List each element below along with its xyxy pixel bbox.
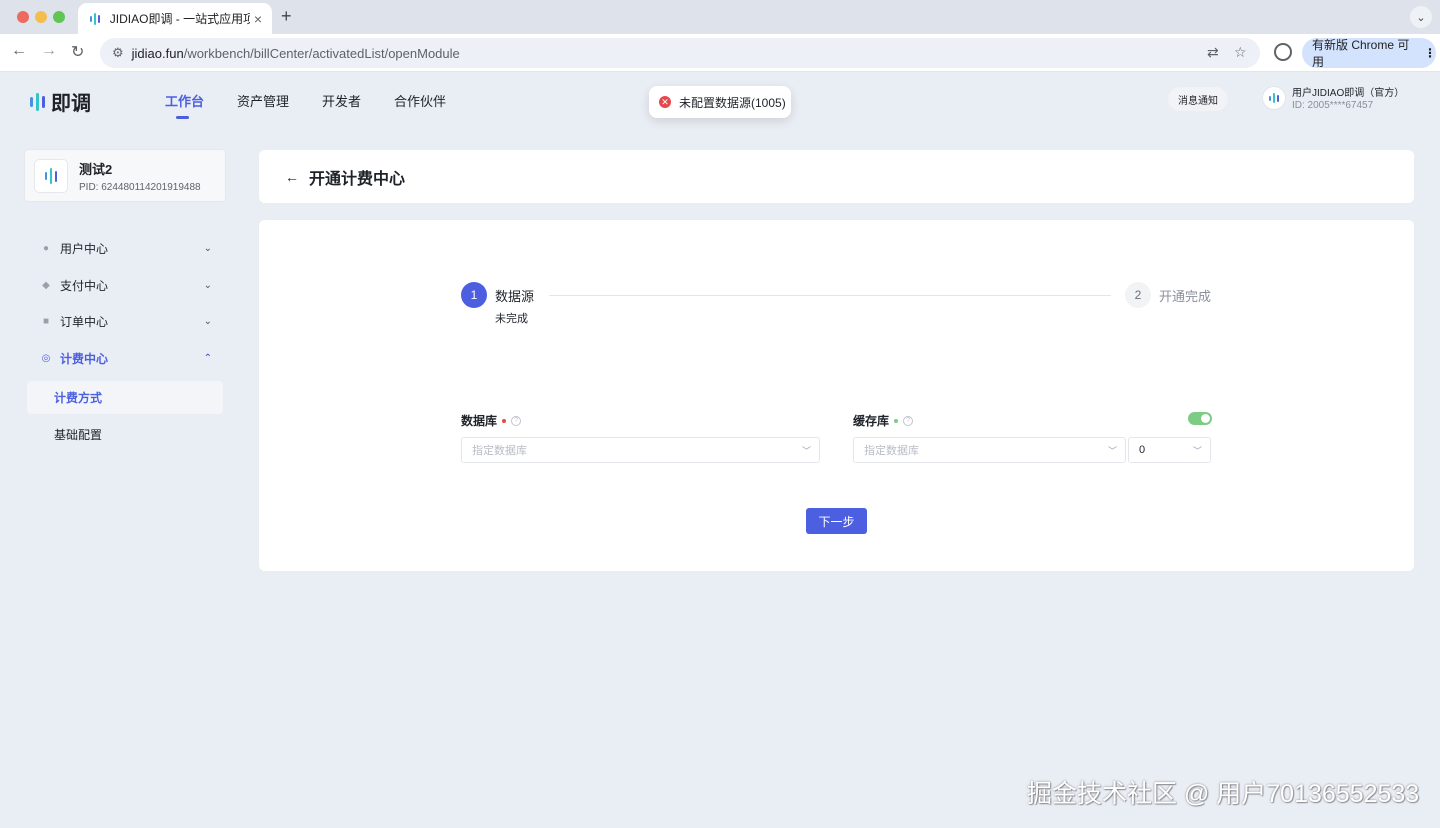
watermark-text: 掘金技术社区 @ 用户70136552533 xyxy=(1027,780,1420,808)
tab-title: JIDIAO即调 - 一站式应用项目管 xyxy=(109,12,250,26)
translate-icon[interactable]: ⇄ xyxy=(1207,44,1219,61)
user-icon: ● xyxy=(42,242,50,254)
step-2-title: 开通完成 xyxy=(1159,289,1212,304)
sidebar-subitem-billing-method[interactable]: 计费方式 xyxy=(27,381,223,414)
window-maximize-button[interactable] xyxy=(53,11,65,23)
toggle-knob xyxy=(1201,414,1210,423)
page-header: ← 开通计费中心 xyxy=(259,150,1414,203)
back-arrow-icon[interactable]: ← xyxy=(285,169,299,185)
billing-icon: ◎ xyxy=(41,352,51,364)
required-dot xyxy=(502,418,507,423)
address-bar[interactable]: ⚙ jidiao.fun/workbench/billCenter/activa… xyxy=(100,38,1260,68)
sidebar-item-payment-center[interactable]: ◆ 支付中心 ⌄ xyxy=(40,275,212,295)
sidebar-item-label: 用户中心 xyxy=(60,241,109,256)
step-1-title: 数据源 xyxy=(495,289,535,304)
project-logo-icon xyxy=(34,159,68,193)
url-text: jidiao.fun/workbench/billCenter/activate… xyxy=(131,45,460,61)
reload-icon[interactable]: ↻ xyxy=(71,42,84,62)
cache-index-select[interactable]: 0 ﹀ xyxy=(1128,437,1211,463)
sidebar-item-order-center[interactable]: ■ 订单中心 ⌄ xyxy=(40,311,212,331)
help-icon[interactable]: ? xyxy=(511,415,522,426)
cache-toggle[interactable] xyxy=(1188,412,1212,425)
chevron-down-icon: ⌄ xyxy=(203,242,212,254)
cache-select[interactable]: 指定数据库 ﹀ xyxy=(853,437,1126,463)
user-id: ID: 2005****67457 xyxy=(1292,100,1374,111)
sidebar-item-label: 计费中心 xyxy=(60,351,109,366)
user-avatar[interactable] xyxy=(1262,86,1286,110)
nav-active-indicator xyxy=(176,116,189,119)
chevron-down-icon: ﹀ xyxy=(1107,445,1117,456)
notification-button[interactable]: 消息通知 xyxy=(1168,87,1228,111)
toast-message: 未配置数据源(1005) xyxy=(679,95,786,110)
help-icon[interactable]: ? xyxy=(903,415,914,426)
database-label: 数据库 ? xyxy=(461,412,522,429)
logo-mark-icon xyxy=(30,92,45,111)
logo-text: 即调 xyxy=(51,93,91,115)
sidebar-item-billing-center[interactable]: ◎ 计费中心 ⌃ xyxy=(40,348,212,368)
project-name: 测试2 xyxy=(79,162,113,177)
setup-card: 1 数据源 未完成 2 开通完成 数据库 ? 指定数据库 ﹀ 缓存库 ? 指定数… xyxy=(259,220,1414,571)
tab-close-icon[interactable]: × xyxy=(254,11,262,27)
step-1-status: 未完成 xyxy=(495,313,528,325)
sidebar-item-user-center[interactable]: ● 用户中心 ⌄ xyxy=(40,238,212,258)
chevron-up-icon: ⌃ xyxy=(203,352,212,364)
site-info-icon[interactable]: ⚙ xyxy=(112,45,124,61)
cache-label: 缓存库 ? xyxy=(853,412,914,429)
project-pid: PID: 624480114201919488 xyxy=(79,182,201,193)
back-arrow-icon[interactable]: ← xyxy=(11,42,27,60)
chrome-update-button[interactable]: 有新版 Chrome 可用 ⋮ xyxy=(1302,38,1436,69)
bookmark-star-icon[interactable]: ☆ xyxy=(1234,44,1247,61)
next-step-button[interactable]: 下一步 xyxy=(806,508,867,534)
tab-search-icon[interactable]: ⌄ xyxy=(1410,6,1432,28)
sidebar-item-label: 订单中心 xyxy=(60,314,109,329)
window-close-button[interactable] xyxy=(17,11,29,23)
chevron-down-icon: ﹀ xyxy=(1192,445,1202,456)
chevron-down-icon: ⌄ xyxy=(203,279,212,291)
database-select[interactable]: 指定数据库 ﹀ xyxy=(461,437,820,463)
nav-partners[interactable]: 合作伙伴 xyxy=(394,91,446,110)
forward-arrow-icon[interactable]: → xyxy=(41,42,57,60)
browser-toolbar: ← → ↻ ⚙ jidiao.fun/workbench/billCenter/… xyxy=(0,34,1440,72)
error-toast: ✕ 未配置数据源(1005) xyxy=(649,86,791,118)
database-placeholder: 指定数据库 xyxy=(472,445,527,457)
browser-tab[interactable]: JIDIAO即调 - 一站式应用项目管 × xyxy=(78,3,272,34)
step-1-indicator: 1 xyxy=(461,282,487,308)
chevron-down-icon: ﹀ xyxy=(801,445,811,456)
sidebar-subitem-basic-config[interactable]: 基础配置 xyxy=(54,426,102,443)
nav-developer[interactable]: 开发者 xyxy=(322,91,361,110)
cache-index-value: 0 xyxy=(1139,444,1146,456)
new-tab-button[interactable]: + xyxy=(281,6,292,27)
sidebar-item-label: 支付中心 xyxy=(60,278,109,293)
app-logo[interactable]: 即调 xyxy=(30,87,91,116)
shield-icon: ◆ xyxy=(42,279,50,291)
user-name[interactable]: 用户JIDIAO即调（官方） xyxy=(1292,84,1404,99)
step-2-indicator: 2 xyxy=(1125,282,1151,308)
update-label: 有新版 Chrome 可用 xyxy=(1312,38,1410,69)
cache-placeholder: 指定数据库 xyxy=(864,445,919,457)
nav-workbench[interactable]: 工作台 xyxy=(165,91,204,110)
cache-label-text: 缓存库 xyxy=(853,414,890,428)
page-title: 开通计费中心 xyxy=(309,170,406,188)
window-minimize-button[interactable] xyxy=(35,11,47,23)
browser-tab-bar: JIDIAO即调 - 一站式应用项目管 × + ⌄ xyxy=(0,0,1440,34)
error-icon: ✕ xyxy=(659,96,671,108)
database-label-text: 数据库 xyxy=(461,414,498,428)
profile-icon[interactable] xyxy=(1274,43,1292,61)
more-menu-icon: ⋮ xyxy=(1424,46,1436,60)
jidiao-favicon-icon xyxy=(88,12,102,26)
status-dot xyxy=(894,418,899,423)
project-card[interactable]: 测试2 PID: 624480114201919488 xyxy=(24,149,226,202)
clipboard-icon: ■ xyxy=(42,315,50,327)
nav-asset-management[interactable]: 资产管理 xyxy=(237,91,289,110)
step-connector xyxy=(549,295,1111,296)
chevron-down-icon: ⌄ xyxy=(203,315,212,327)
